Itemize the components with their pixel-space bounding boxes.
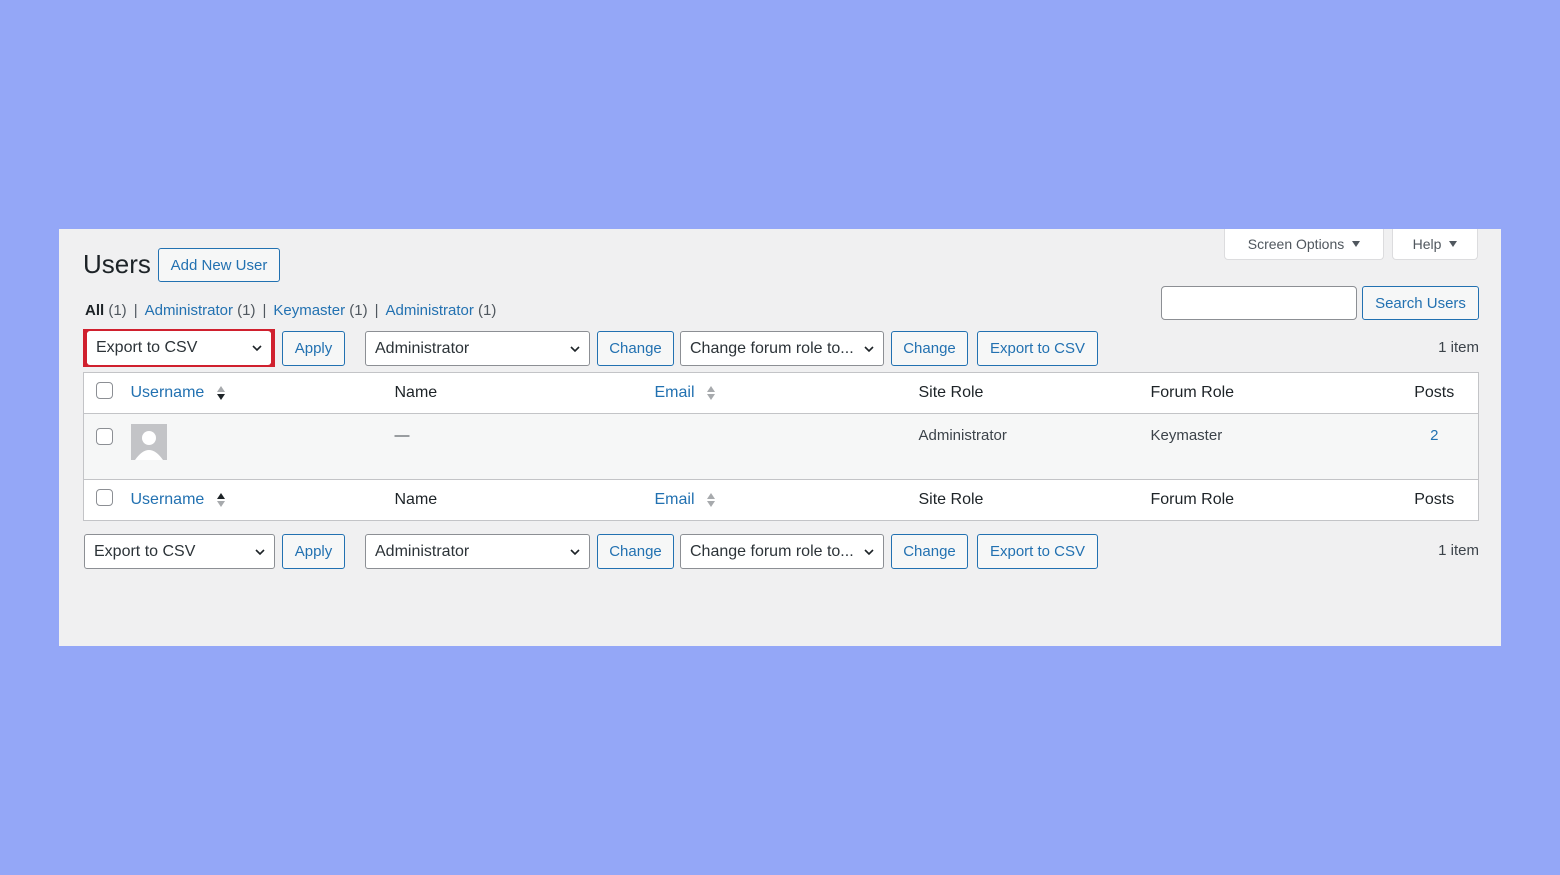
row-checkbox-cell <box>84 414 131 480</box>
sort-icon <box>706 385 715 400</box>
forum-role-select-top[interactable]: Change forum role to... <box>680 331 884 366</box>
forum-role-select-bottom[interactable]: Change forum role to... <box>680 534 884 569</box>
column-email-footer[interactable]: Email <box>655 480 919 521</box>
apply-button-top[interactable]: Apply <box>282 331 345 366</box>
row-checkbox[interactable] <box>96 428 113 445</box>
column-username[interactable]: Username <box>131 373 395 414</box>
bulk-actions-value: Export to CSV <box>96 339 198 356</box>
table-row: — Administrator Keymaster 2 <box>83 413 1479 480</box>
filter-administrator-forum[interactable]: Administrator (1) <box>386 302 497 319</box>
role-filter-links: All (1) | Administrator (1) | Keymaster … <box>85 302 496 319</box>
triangle-down-icon <box>1449 241 1458 247</box>
chevron-down-icon <box>252 345 262 352</box>
sort-icon <box>216 492 225 507</box>
change-forum-role-button-top[interactable]: Change <box>891 331 968 366</box>
item-count-bottom: 1 item <box>1438 542 1479 559</box>
filter-label: Administrator <box>385 302 474 319</box>
sort-icon <box>706 492 715 507</box>
help-label: Help <box>1412 236 1442 252</box>
select-all-cell <box>84 373 131 414</box>
column-name: Name <box>394 384 438 401</box>
filter-separator: | <box>262 302 267 319</box>
username-cell <box>130 414 395 480</box>
filter-count: (1) <box>349 302 368 319</box>
change-role-select-top[interactable]: Administrator <box>365 331 590 366</box>
select-all-cell-footer <box>84 480 131 521</box>
column-email-label: Email <box>654 491 695 508</box>
change-role-button-top[interactable]: Change <box>597 331 674 366</box>
user-placeholder-icon <box>134 431 163 460</box>
filter-label: Administrator <box>144 302 233 319</box>
role-select-value: Administrator <box>375 542 470 560</box>
bulk-actions-select-bottom[interactable]: Export to CSV <box>84 534 275 569</box>
export-csv-button-bottom[interactable]: Export to CSV <box>977 534 1098 569</box>
filter-count: (1) <box>237 302 256 319</box>
column-forum-role-footer: Forum Role <box>1150 491 1235 508</box>
bulk-actions-select-top[interactable]: Export to CSV <box>87 331 271 365</box>
add-new-user-button[interactable]: Add New User <box>158 248 280 282</box>
change-role-select-bottom[interactable]: Administrator <box>365 534 590 569</box>
role-select-value: Administrator <box>375 339 470 357</box>
bulk-actions-value: Export to CSV <box>94 542 196 560</box>
forum-role-cell: Keymaster <box>1150 427 1223 444</box>
email-cell <box>655 414 919 480</box>
avatar <box>130 424 167 460</box>
filter-count: (1) <box>108 302 127 319</box>
column-email-label: Email <box>654 384 695 401</box>
filter-keymaster[interactable]: Keymaster (1) <box>273 302 367 319</box>
posts-count-link[interactable]: 2 <box>1391 414 1479 480</box>
column-posts: Posts <box>1414 384 1455 401</box>
apply-button-bottom[interactable]: Apply <box>282 534 345 569</box>
table-footer-row: Username Name Email Site Role Forum Role… <box>84 480 1479 521</box>
search-users-input[interactable] <box>1161 286 1357 320</box>
chevron-down-icon <box>570 346 580 353</box>
name-cell: — <box>394 427 410 444</box>
select-all-checkbox-footer[interactable] <box>96 489 113 506</box>
filter-all[interactable]: All (1) <box>85 302 127 319</box>
help-button[interactable]: Help <box>1392 229 1478 260</box>
change-forum-role-button-bottom[interactable]: Change <box>891 534 968 569</box>
column-posts-footer: Posts <box>1414 491 1455 508</box>
column-username-label: Username <box>130 384 205 401</box>
column-site-role-footer: Site Role <box>918 491 984 508</box>
column-username-footer[interactable]: Username <box>131 480 395 521</box>
triangle-down-icon <box>1352 241 1361 247</box>
screen-options-label: Screen Options <box>1247 236 1345 252</box>
table-header-row: Username Name Email Site Role Forum Role… <box>84 373 1479 414</box>
filter-count: (1) <box>478 302 497 319</box>
filter-administrator[interactable]: Administrator (1) <box>145 302 256 319</box>
column-name-footer: Name <box>394 491 438 508</box>
users-table: Username Name Email Site Role Forum Role… <box>83 372 1479 521</box>
column-email[interactable]: Email <box>655 373 919 414</box>
chevron-down-icon <box>570 549 580 556</box>
users-screen: Screen Options Help Users Add New User A… <box>59 229 1501 646</box>
change-role-button-bottom[interactable]: Change <box>597 534 674 569</box>
filter-all-label: All <box>85 302 105 319</box>
column-username-label: Username <box>130 491 205 508</box>
forum-role-select-value: Change forum role to... <box>690 542 854 560</box>
sort-icon <box>216 385 225 400</box>
chevron-down-icon <box>255 549 265 556</box>
column-site-role: Site Role <box>918 384 984 401</box>
page-title: Users <box>83 249 151 279</box>
chevron-down-icon <box>864 346 874 353</box>
search-users-button[interactable]: Search Users <box>1362 286 1479 320</box>
export-csv-button-top[interactable]: Export to CSV <box>977 331 1098 366</box>
filter-label: Keymaster <box>273 302 346 319</box>
item-count-top: 1 item <box>1438 339 1479 356</box>
forum-role-select-value: Change forum role to... <box>690 339 854 357</box>
chevron-down-icon <box>864 549 874 556</box>
screen-options-button[interactable]: Screen Options <box>1224 229 1384 260</box>
filter-separator: | <box>133 302 138 319</box>
filter-separator: | <box>374 302 379 319</box>
site-role-cell: Administrator <box>918 427 1007 444</box>
column-forum-role: Forum Role <box>1150 384 1235 401</box>
select-all-checkbox[interactable] <box>96 382 113 399</box>
